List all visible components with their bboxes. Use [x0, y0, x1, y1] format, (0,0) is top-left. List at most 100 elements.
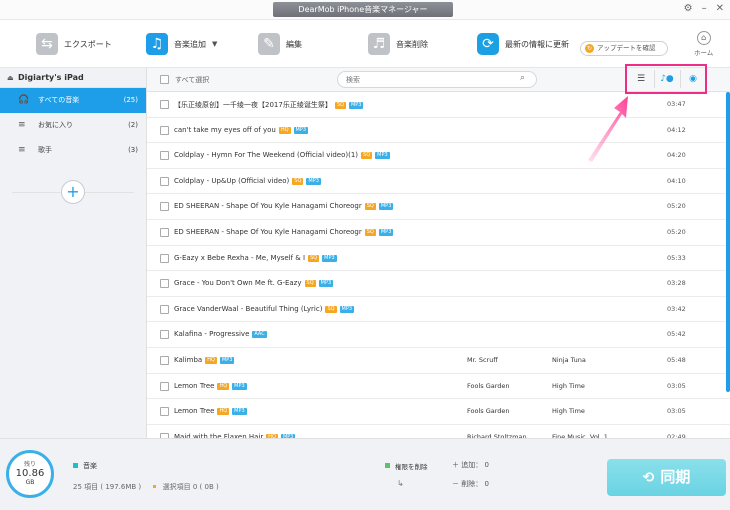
- sidebar-item-count: (2): [128, 121, 138, 129]
- song-duration: 03:42: [667, 304, 686, 313]
- sync-label: 同期: [660, 468, 691, 486]
- row-checkbox[interactable]: [160, 125, 169, 135]
- row-checkbox[interactable]: [160, 202, 169, 212]
- table-row[interactable]: Grace - You Don't Own Me ft. G-Eazy SQ MP3…: [147, 271, 730, 297]
- row-checkbox[interactable]: [160, 304, 169, 314]
- scrollbar[interactable]: [726, 92, 730, 392]
- format-badge: HQ: [217, 408, 230, 416]
- row-checkbox[interactable]: [160, 151, 169, 161]
- add-music-button[interactable]: ♫ 音楽追加 ▼: [146, 33, 217, 55]
- format-badge: MP3: [318, 280, 334, 288]
- home-button[interactable]: ⌂ ホーム: [694, 31, 713, 57]
- song-title-text: ED SHEERAN - Shape Of You Kyle Hanagami …: [174, 228, 362, 236]
- refresh-button[interactable]: ⟳ 最新の情報に更新: [477, 33, 569, 55]
- song-title: Kalafina - Progressive AAC: [174, 330, 267, 339]
- table-row[interactable]: Coldplay - Up&Up (Official video) SQ MP3 04…: [147, 169, 730, 195]
- song-duration: 04:10: [667, 176, 686, 185]
- table-row[interactable]: Lemon Tree HQ MP3 Fools Garden High Time 03:0…: [147, 399, 730, 425]
- add-playlist-button[interactable]: +: [61, 180, 85, 204]
- song-title-text: Lemon Tree: [174, 381, 215, 390]
- song-title-text: ED SHEERAN - Shape Of You Kyle Hanagami …: [174, 202, 362, 211]
- minimize-icon[interactable]: –: [702, 3, 707, 14]
- song-title: can't take my eyes off of you HQ MP3: [174, 126, 309, 134]
- settings-gear-icon[interactable]: ⚙: [684, 3, 693, 14]
- list-header: すべて選択 ⌕ ☰ ♪● ◉: [147, 64, 730, 94]
- sidebar-item-artists[interactable]: ≡ 歌手 (3): [0, 138, 146, 163]
- select-all-label: すべて選択: [175, 76, 210, 84]
- playlist-icon: ≡: [18, 120, 26, 130]
- artist-view-icon[interactable]: ♪●: [655, 72, 679, 86]
- row-checkbox[interactable]: [160, 253, 169, 263]
- search-icon[interactable]: ⌕: [520, 73, 525, 83]
- table-row[interactable]: Coldplay - Hymn For The Weekend (Officia…: [147, 143, 730, 169]
- sidebar-item-label: 歌手: [38, 146, 52, 154]
- update-check-button[interactable]: ↻ アップデートを確認: [580, 41, 668, 56]
- format-badge: MP3: [348, 102, 364, 109]
- song-title: G-Eazy x Bebe Rexha - Me, Myself & I SQ MP…: [174, 254, 337, 262]
- format-badge: SQ: [364, 203, 376, 211]
- row-checkbox[interactable]: [160, 279, 169, 289]
- sync-icon: ⟲: [642, 470, 655, 486]
- table-row[interactable]: 【乐正绫原创】一千绫一夜【2017乐正绫诞生祭】 SQ MP3 03:47: [147, 92, 730, 118]
- sidebar-item-favorites[interactable]: ≡ お気に入り (2): [0, 113, 146, 138]
- table-row[interactable]: can't take my eyes off of you HQ MP3 04:12: [147, 118, 730, 144]
- table-row[interactable]: Maid with the Flaxen Hair HQ MP3 Richard St…: [147, 425, 730, 438]
- perm-delete-legend: 権限を削除: [385, 461, 428, 471]
- legend-swatch: [73, 463, 78, 468]
- update-icon: ↻: [585, 44, 594, 53]
- home-label: ホーム: [694, 49, 714, 57]
- close-icon[interactable]: ✕: [716, 3, 724, 14]
- format-badge: HQ: [217, 382, 230, 390]
- title-bar: DearMob iPhone音楽マネージャー ⚙ – ✕: [0, 0, 730, 20]
- format-badge: MP3: [378, 203, 394, 211]
- sidebar-item-all-music[interactable]: 🎧 すべての音楽 (25): [0, 88, 146, 113]
- song-duration: 05:48: [667, 356, 686, 364]
- song-title: Kalimba HQ MP3: [174, 356, 235, 364]
- list-view-icon[interactable]: ☰: [629, 72, 653, 86]
- sidebar-item-label: すべての音楽: [38, 96, 80, 104]
- format-badge: SQ: [334, 102, 346, 109]
- sync-button[interactable]: ⟲ 同期: [607, 459, 726, 496]
- song-title: Lemon Tree HQ MP3: [174, 382, 247, 390]
- dropdown-chevron-icon[interactable]: ▼: [212, 40, 217, 48]
- device-header[interactable]: ⏏ Digiarty's iPad: [0, 68, 146, 88]
- export-button[interactable]: ⇆ エクスポート: [36, 33, 112, 55]
- row-checkbox[interactable]: [160, 228, 169, 237]
- table-row[interactable]: Lemon Tree HQ MP3 Fools Garden High Time 03:0…: [147, 374, 730, 400]
- song-title-text: Lemon Tree: [174, 407, 215, 416]
- selected-dot: [153, 485, 157, 488]
- delete-music-button[interactable]: ♬ 音楽削除: [368, 33, 428, 55]
- music-legend: 音楽: [73, 461, 97, 471]
- storage-label: 残り: [23, 461, 36, 468]
- format-badge: MP3: [322, 254, 337, 262]
- row-checkbox[interactable]: [160, 100, 169, 109]
- row-checkbox[interactable]: [160, 381, 169, 391]
- row-checkbox[interactable]: [160, 407, 169, 417]
- table-row[interactable]: G-Eazy x Bebe Rexha - Me, Myself & I SQ MP…: [147, 246, 730, 272]
- selected-items: 選択項目 0 ( 0B ): [162, 483, 219, 491]
- song-duration: 04:12: [667, 125, 686, 134]
- headphones-icon: 🎧: [18, 95, 30, 105]
- table-row[interactable]: Kalafina - Progressive AAC 05:42: [147, 322, 730, 348]
- format-badge: SQ: [361, 152, 373, 160]
- song-title: ED SHEERAN - Shape Of You Kyle Hanagami …: [174, 228, 394, 236]
- table-row[interactable]: ED SHEERAN - Shape Of You Kyle Hanagami …: [147, 194, 730, 220]
- row-checkbox[interactable]: [160, 356, 169, 365]
- table-row[interactable]: Kalimba HQ MP3 Mr. Scruff Ninja Tuna 05:48: [147, 348, 730, 374]
- song-title-text: Kalafina - Progressive: [174, 330, 250, 339]
- search-input[interactable]: [337, 71, 537, 88]
- album-view-icon[interactable]: ◉: [681, 72, 705, 86]
- format-badge: SQ: [308, 254, 320, 262]
- row-checkbox[interactable]: [160, 330, 169, 340]
- song-duration: 05:20: [667, 228, 686, 236]
- format-badge: HQ: [278, 126, 291, 134]
- format-badge: MP3: [293, 126, 309, 134]
- row-checkbox[interactable]: [160, 176, 169, 186]
- select-all-checkbox[interactable]: [160, 75, 169, 84]
- edit-button[interactable]: ✎ 編集: [258, 33, 302, 55]
- table-row[interactable]: ED SHEERAN - Shape Of You Kyle Hanagami …: [147, 220, 730, 246]
- delete-music-icon: ♬: [368, 33, 390, 55]
- eject-icon[interactable]: ⏏: [7, 68, 14, 88]
- table-row[interactable]: Grace VanderWaal - Beautiful Thing (Lyri…: [147, 297, 730, 323]
- toolbar: ⇆ エクスポート ♫ 音楽追加 ▼ ✎ 編集 ♬ 音楽削除 ⟳ 最新の情報に更新…: [0, 20, 730, 68]
